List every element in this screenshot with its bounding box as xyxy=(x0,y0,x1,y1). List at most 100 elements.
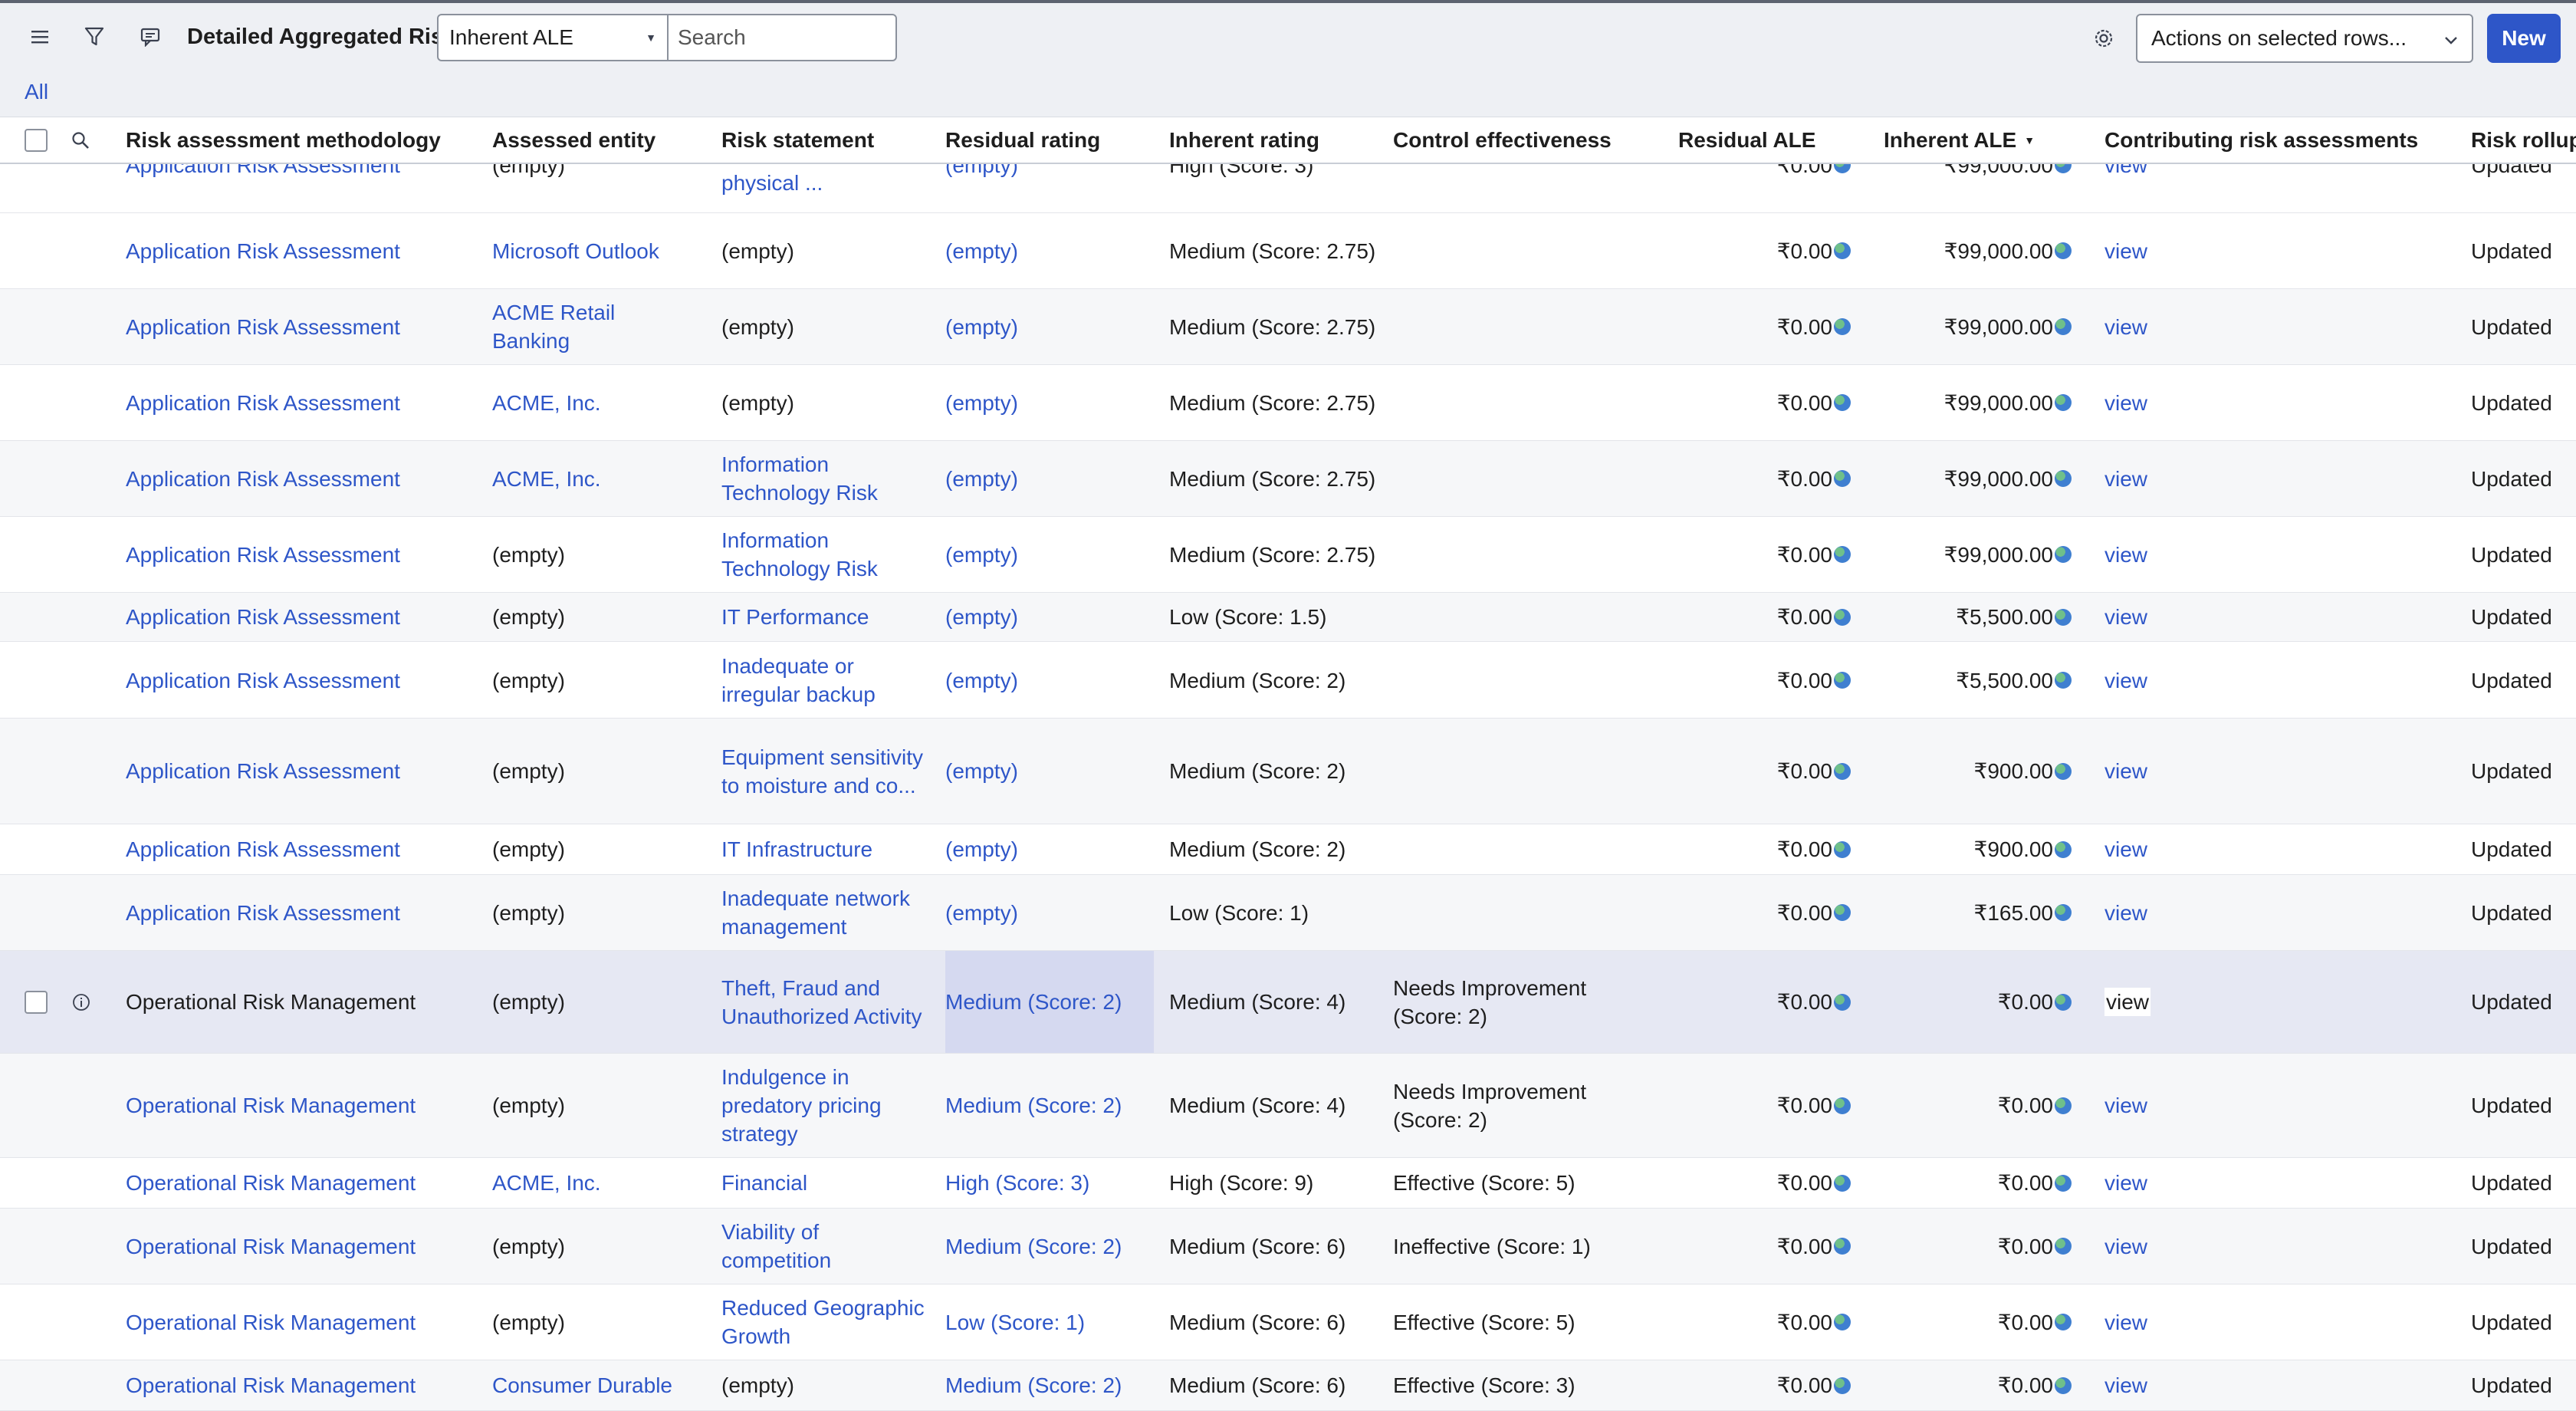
column-header-methodology[interactable]: Risk assessment methodology xyxy=(126,117,441,163)
cell-methodology-text[interactable]: Operational Risk Management xyxy=(126,988,416,1016)
cell-residual-rating-text[interactable]: (empty) xyxy=(945,835,1018,863)
column-header-control-effectiveness[interactable]: Control effectiveness xyxy=(1393,117,1612,163)
currency-globe-icon[interactable] xyxy=(1834,840,1851,858)
table-row[interactable]: Operational Risk Management ACME, Inc. Fin… xyxy=(0,1158,2576,1209)
view-link[interactable]: view xyxy=(2104,237,2147,265)
currency-globe-icon[interactable] xyxy=(1834,904,1851,921)
view-link[interactable]: view xyxy=(2104,541,2147,569)
table-row[interactable]: Application Risk Assessment (empty) Equipm… xyxy=(0,719,2576,824)
table-row[interactable]: Application Risk Assessment ACME, Inc. (em… xyxy=(0,365,2576,441)
view-link[interactable]: view xyxy=(2104,465,2147,493)
column-header-statement[interactable]: Risk statement xyxy=(721,117,874,163)
table-row[interactable]: Application Risk Assessment ACME, Inc. Inf… xyxy=(0,441,2576,517)
cell-methodology-text[interactable]: Application Risk Assessment xyxy=(126,389,400,417)
cell-methodology-text[interactable]: Application Risk Assessment xyxy=(126,835,400,863)
column-header-contributing[interactable]: Contributing risk assessments xyxy=(2104,117,2418,163)
view-link[interactable]: view xyxy=(2104,1169,2147,1197)
currency-globe-icon[interactable] xyxy=(2055,394,2072,411)
cell-statement-text[interactable]: Reduced Geographic Growth xyxy=(721,1294,928,1350)
currency-globe-icon[interactable] xyxy=(2055,672,2072,689)
currency-globe-icon[interactable] xyxy=(2055,470,2072,487)
view-link[interactable]: view xyxy=(2104,1371,2147,1399)
cell-statement-text[interactable]: Information Technology Risk xyxy=(721,526,928,583)
view-link[interactable]: view xyxy=(2104,666,2147,695)
table-row[interactable]: Operational Risk Management Consumer Dura… xyxy=(0,1360,2576,1411)
cell-statement-text[interactable]: Theft, Fraud and Unauthorized Activity xyxy=(721,974,928,1031)
currency-globe-icon[interactable] xyxy=(2055,318,2072,335)
table-row[interactable]: Application Risk Assessment (empty) IT Per… xyxy=(0,593,2576,642)
column-header-rollup[interactable]: Risk rollup xyxy=(2471,117,2576,163)
cell-entity-text[interactable]: ACME, Inc. xyxy=(492,389,601,417)
view-link[interactable]: view xyxy=(2104,988,2151,1016)
cell-statement-text[interactable]: IT Performance xyxy=(721,603,869,631)
currency-globe-icon[interactable] xyxy=(2055,904,2072,921)
view-link[interactable]: view xyxy=(2104,1232,2147,1261)
cell-residual-rating-text[interactable]: Low (Score: 1) xyxy=(945,1308,1085,1337)
cell-methodology-text[interactable]: Operational Risk Management xyxy=(126,1308,416,1337)
cell-residual-rating-text[interactable]: (empty) xyxy=(945,899,1018,927)
cell-methodology-text[interactable]: Application Risk Assessment xyxy=(126,603,400,631)
cell-residual-rating-text[interactable]: Medium (Score: 2) xyxy=(945,988,1122,1016)
currency-globe-icon[interactable] xyxy=(1834,1376,1851,1394)
cell-methodology-text[interactable]: Application Risk Assessment xyxy=(126,899,400,927)
comment-icon[interactable] xyxy=(136,23,164,51)
info-icon[interactable] xyxy=(72,951,95,1053)
cell-residual-rating-text[interactable]: Medium (Score: 2) xyxy=(945,1371,1122,1399)
currency-globe-icon[interactable] xyxy=(1834,242,1851,259)
actions-select[interactable]: Actions on selected rows... xyxy=(2136,14,2473,63)
cell-entity-text[interactable]: ACME, Inc. xyxy=(492,465,601,493)
column-header-inherent-rating[interactable]: Inherent rating xyxy=(1169,117,1319,163)
table-row[interactable]: Application Risk Assessment (empty) IT Inf… xyxy=(0,824,2576,875)
table-row[interactable]: Operational Risk Management (empty) Indulg… xyxy=(0,1054,2576,1158)
view-link[interactable]: view xyxy=(2104,1308,2147,1337)
currency-globe-icon[interactable] xyxy=(2055,762,2072,780)
table-row[interactable]: Operational Risk Management (empty) Viabil… xyxy=(0,1209,2576,1284)
column-header-inherent-ale[interactable]: Inherent ALE ▼ xyxy=(1884,117,2035,163)
table-row[interactable]: Application Risk Assessment ACME Retail B… xyxy=(0,289,2576,365)
cell-entity-text[interactable]: Microsoft Outlook xyxy=(492,237,659,265)
column-search-icon[interactable] xyxy=(71,117,90,163)
cell-residual-rating-text[interactable]: High (Score: 3) xyxy=(945,1169,1089,1197)
currency-globe-icon[interactable] xyxy=(2055,993,2072,1011)
currency-globe-icon[interactable] xyxy=(2055,1097,2072,1114)
cell-residual-rating-text[interactable]: (empty) xyxy=(945,666,1018,695)
cell-methodology-text[interactable]: Operational Risk Management xyxy=(126,1091,416,1120)
view-link[interactable]: view xyxy=(2104,1091,2147,1120)
view-link[interactable]: view xyxy=(2104,899,2147,927)
row-checkbox[interactable] xyxy=(25,951,51,1053)
cell-entity-text[interactable]: Consumer Durable xyxy=(492,1371,672,1399)
cell-residual-rating-text[interactable]: (empty) xyxy=(945,757,1018,785)
currency-globe-icon[interactable] xyxy=(1834,470,1851,487)
cell-entity-text[interactable]: ACME, Inc. xyxy=(492,1169,601,1197)
view-link[interactable]: view xyxy=(2104,835,2147,863)
table-row[interactable]: Operational Risk Management (empty) Theft,… xyxy=(0,951,2576,1054)
cell-residual-rating-text[interactable]: (empty) xyxy=(945,541,1018,569)
column-header-entity[interactable]: Assessed entity xyxy=(492,117,656,163)
cell-statement-text[interactable]: Financial xyxy=(721,1169,807,1197)
search-input[interactable]: Search xyxy=(667,14,897,61)
column-header-residual-rating[interactable]: Residual rating xyxy=(945,117,1100,163)
cell-residual-rating-text[interactable]: (empty) xyxy=(945,465,1018,493)
checkbox[interactable] xyxy=(25,990,48,1014)
table-row[interactable]: Operational Risk Management (empty) Reduce… xyxy=(0,1284,2576,1360)
cell-statement-text[interactable]: Inadequate or irregular backup xyxy=(721,652,928,709)
menu-icon[interactable] xyxy=(26,23,54,51)
table-row[interactable]: Application Risk Assessment (empty) Inform… xyxy=(0,517,2576,593)
cell-entity-text[interactable]: ACME Retail Banking xyxy=(492,298,692,355)
currency-globe-icon[interactable] xyxy=(2055,1238,2072,1255)
cell-methodology-text[interactable]: Application Risk Assessment xyxy=(126,541,400,569)
cell-statement-text[interactable]: IT Infrastructure xyxy=(721,835,872,863)
currency-globe-icon[interactable] xyxy=(1834,993,1851,1011)
view-link[interactable]: view xyxy=(2104,757,2147,785)
currency-globe-icon[interactable] xyxy=(1834,608,1851,626)
currency-globe-icon[interactable] xyxy=(2055,242,2072,259)
cell-statement-text[interactable]: physical ... xyxy=(721,169,823,197)
cell-statement-text[interactable]: Indulgence in predatory pricing strategy xyxy=(721,1063,928,1148)
cell-methodology-text[interactable]: Application Risk Assessment xyxy=(126,313,400,341)
currency-globe-icon[interactable] xyxy=(2055,608,2072,626)
cell-residual-rating-text[interactable]: (empty) xyxy=(945,389,1018,417)
cell-methodology-text[interactable]: Application Risk Assessment xyxy=(126,666,400,695)
cell-methodology-text[interactable]: Operational Risk Management xyxy=(126,1371,416,1399)
currency-globe-icon[interactable] xyxy=(1834,1174,1851,1192)
breadcrumb-all[interactable]: All xyxy=(25,80,48,104)
